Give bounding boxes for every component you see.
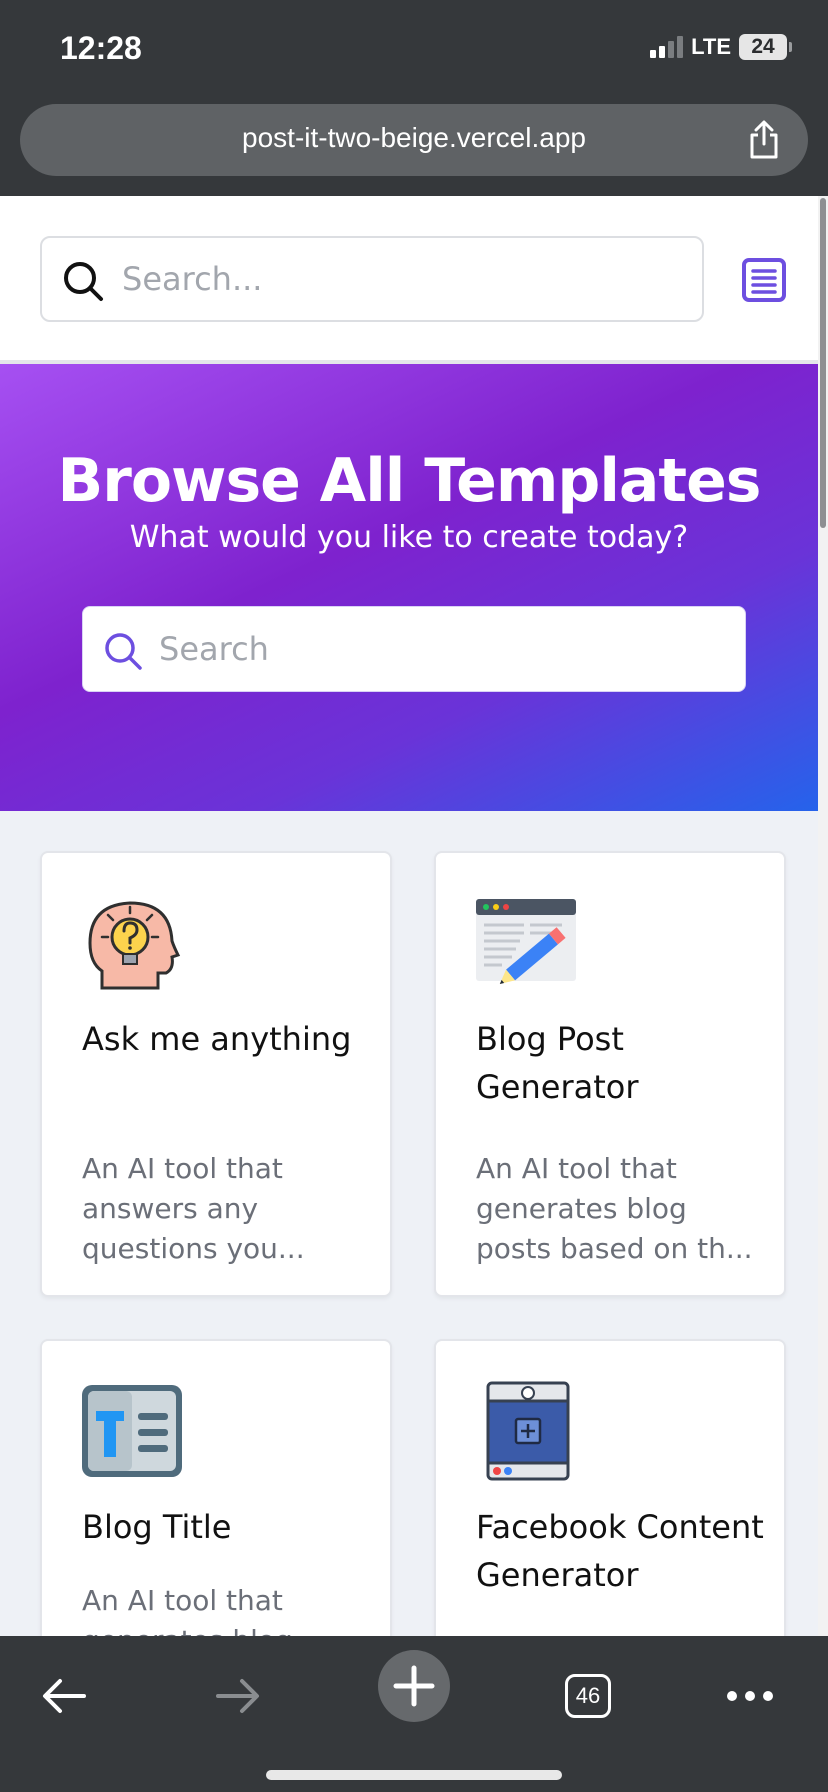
signal-icon — [650, 36, 684, 58]
status-time: 12:28 — [60, 30, 142, 66]
share-icon[interactable] — [746, 120, 782, 160]
template-card-ask-me-anything[interactable]: Ask me anything An AI tool that answers … — [40, 851, 392, 1297]
template-search-input[interactable] — [159, 607, 735, 691]
address-bar[interactable]: post-it-two-beige.vercel.app — [20, 104, 808, 176]
template-title: Blog Post Generator — [476, 1020, 639, 1106]
home-indicator[interactable] — [266, 1770, 562, 1780]
more-dots-icon — [727, 1691, 773, 1701]
back-button[interactable] — [24, 1666, 104, 1726]
template-grid: Ask me anything An AI tool that answers … — [0, 811, 818, 1636]
tabs-button[interactable]: 46 — [548, 1666, 628, 1726]
page-header — [0, 196, 818, 364]
search-icon — [64, 262, 103, 301]
plus-icon — [393, 1665, 435, 1707]
template-title: Blog Title — [82, 1508, 232, 1546]
header-search-box[interactable] — [40, 236, 704, 322]
network-type: LTE — [691, 34, 731, 59]
url-text[interactable]: post-it-two-beige.vercel.app — [20, 122, 808, 154]
arrow-right-icon — [216, 1679, 259, 1713]
browser-top-bar: 12:28 LTE 24 post-it-two-beige.vercel.ap… — [0, 0, 828, 196]
template-card-blog-post-generator[interactable]: Blog Post Generator An AI tool that gene… — [434, 851, 786, 1297]
new-tab-button[interactable] — [378, 1650, 450, 1722]
status-indicators: LTE 24 — [650, 34, 792, 60]
template-title: Ask me anything — [82, 1020, 352, 1058]
search-icon — [105, 633, 142, 670]
scrollbar-thumb[interactable] — [820, 198, 826, 528]
browser-bottom-bar: 46 — [0, 1636, 828, 1792]
tabs-count: 46 — [565, 1674, 611, 1718]
head-lightbulb-icon — [88, 901, 181, 990]
template-title: Facebook Content Generator — [476, 1508, 764, 1594]
arrow-left-icon — [43, 1679, 86, 1713]
template-search-box[interactable] — [82, 606, 746, 692]
more-button[interactable] — [710, 1666, 790, 1726]
hero-banner: Browse All Templates What would you like… — [0, 364, 818, 811]
header-search-input[interactable] — [122, 238, 692, 320]
battery-level: 24 — [739, 34, 787, 60]
battery-icon: 24 — [739, 34, 792, 60]
template-description: An AI tool that answers any questions yo… — [82, 1152, 305, 1265]
blog-post-pencil-icon — [476, 899, 576, 984]
text-document-icon — [82, 1385, 182, 1477]
page-scrollbar[interactable] — [818, 196, 828, 1636]
forward-button[interactable] — [198, 1666, 278, 1726]
template-description: An AI tool that generates blog — [82, 1584, 293, 1636]
facebook-post-icon — [486, 1381, 570, 1481]
menu-icon[interactable] — [740, 256, 788, 304]
hero-title: Browse All Templates — [57, 446, 762, 516]
hero-subtitle: What would you like to create today? — [129, 520, 689, 555]
template-card-blog-title[interactable]: Blog Title An AI tool that generates blo… — [40, 1339, 392, 1636]
template-description: An AI tool that generates blog posts bas… — [476, 1152, 753, 1265]
template-card-facebook-content-generator[interactable]: Facebook Content Generator — [434, 1339, 786, 1636]
